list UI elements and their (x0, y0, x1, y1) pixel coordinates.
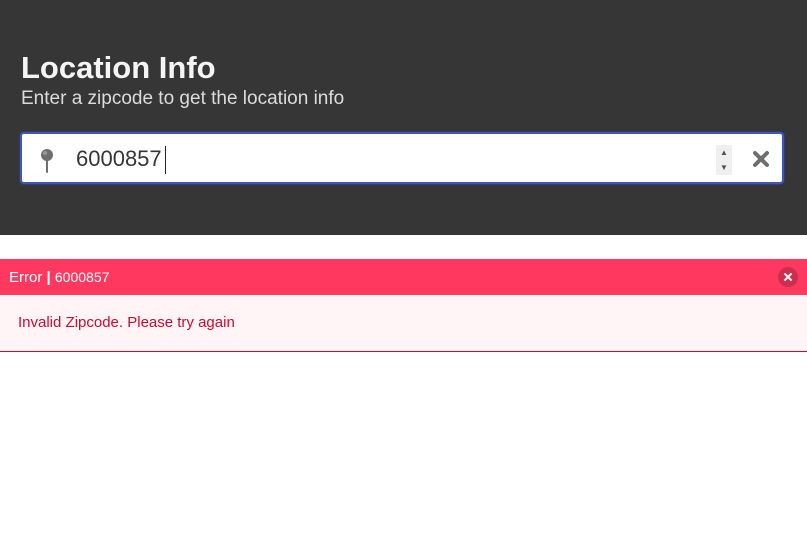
error-message-header: Error | 6000857 (0, 259, 807, 295)
error-separator: | (46, 269, 51, 286)
error-zipcode: 6000857 (54, 269, 110, 285)
error-message-text: Invalid Zipcode. Please try again (18, 314, 235, 331)
number-spinner[interactable]: ▲ ▼ (716, 145, 732, 175)
dismiss-error-button[interactable] (778, 267, 798, 287)
zipcode-input[interactable] (74, 140, 656, 178)
hero-section: Location Info Enter a zipcode to get the… (0, 0, 807, 235)
text-cursor (165, 146, 166, 174)
close-icon[interactable] (750, 148, 772, 170)
error-message-body: Invalid Zipcode. Please try again (0, 295, 807, 352)
zipcode-search-box: ▲ ▼ (20, 132, 784, 184)
error-title: Error | 6000857 (9, 259, 109, 296)
spin-down-button[interactable]: ▼ (716, 160, 732, 175)
spin-up-button[interactable]: ▲ (716, 145, 732, 160)
error-label: Error (9, 269, 43, 286)
map-pin-icon (41, 149, 53, 173)
page-subtitle: Enter a zipcode to get the location info (21, 88, 345, 109)
page-title: Location Info (21, 50, 216, 85)
